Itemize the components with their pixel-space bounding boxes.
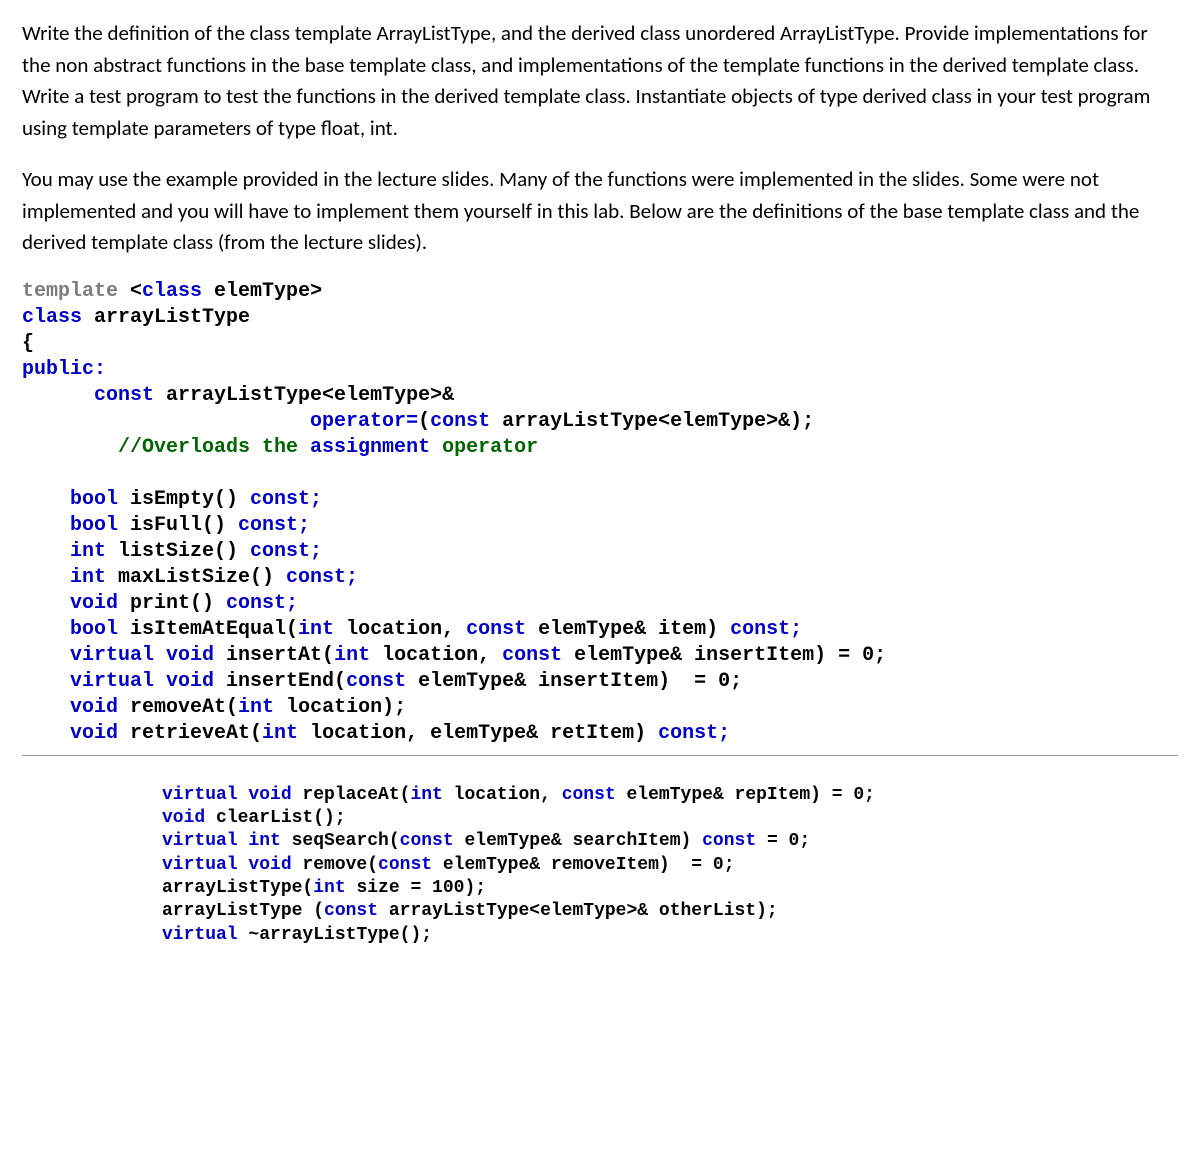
code-token: int	[22, 566, 106, 589]
code-token: const;	[730, 618, 802, 641]
code-token: const	[702, 831, 756, 851]
code-token: location,	[443, 785, 562, 805]
code-token: int	[298, 618, 334, 641]
code-token: public:	[22, 358, 106, 381]
code-token: elemType& removeItem) = 0;	[432, 855, 734, 875]
code-token: assignment	[310, 436, 430, 459]
code-token: elemType& searchItem)	[454, 831, 702, 851]
code-token: bool	[22, 618, 118, 641]
code-token: void	[162, 808, 205, 828]
code-token: const;	[226, 592, 298, 615]
code-token: void	[22, 696, 118, 719]
code-token: seqSearch(	[281, 831, 400, 851]
code-token: listSize()	[106, 540, 250, 563]
code-token: arrayListType<elemType>&);	[490, 410, 814, 433]
code-token: virtual void	[22, 644, 214, 667]
code-token: isFull()	[118, 514, 238, 537]
code-token: elemType>	[202, 280, 322, 303]
horizontal-divider	[22, 755, 1178, 756]
code-token: arrayListType	[82, 306, 250, 329]
code-token: int	[334, 644, 370, 667]
code-token: void	[22, 722, 118, 745]
code-token: remove(	[292, 855, 378, 875]
code-token: location,	[334, 618, 466, 641]
code-token: arrayListType (	[162, 901, 324, 921]
code-token: const	[466, 618, 526, 641]
code-token: const;	[286, 566, 358, 589]
code-token: elemType& insertItem) = 0;	[562, 644, 886, 667]
code-token: const	[502, 644, 562, 667]
code-token: const	[562, 785, 616, 805]
code-token: clearList();	[205, 808, 345, 828]
code-token: retrieveAt(	[118, 722, 262, 745]
code-token: const;	[250, 540, 322, 563]
code-token: maxListSize()	[106, 566, 286, 589]
code-token: removeAt(	[118, 696, 238, 719]
code-token: (	[418, 410, 430, 433]
code-token: location,	[370, 644, 502, 667]
code-token: const;	[250, 488, 322, 511]
code-token: bool	[22, 488, 118, 511]
code-token: location, elemType& retItem)	[298, 722, 658, 745]
code-token: template	[22, 280, 118, 303]
code-token: replaceAt(	[292, 785, 411, 805]
code-token: class	[142, 280, 202, 303]
code-token: virtual void	[162, 855, 292, 875]
code-token: arrayListType<elemType>&	[154, 384, 454, 407]
code-token: ~arrayListType();	[238, 925, 432, 945]
code-token: location);	[274, 696, 406, 719]
code-token: elemType& repItem) = 0;	[616, 785, 875, 805]
code-token: bool	[22, 514, 118, 537]
code-token: int	[313, 878, 345, 898]
code-token: operator=	[310, 410, 418, 433]
prompt-paragraph-1: Write the definition of the class templa…	[22, 18, 1178, 144]
code-token: operator	[430, 436, 538, 459]
code-token: const;	[238, 514, 310, 537]
code-token: const	[324, 901, 378, 921]
code-token: virtual	[162, 925, 238, 945]
code-token: arrayListType<elemType>& otherList);	[378, 901, 778, 921]
code-token: elemType& insertItem) = 0;	[406, 670, 742, 693]
code-token: //Overloads the	[118, 436, 310, 459]
code-token: const	[430, 410, 490, 433]
code-token: isEmpty()	[118, 488, 250, 511]
code-block-1: template <class elemType> class arrayLis…	[22, 279, 1178, 747]
code-token: int	[238, 696, 274, 719]
code-token: int	[22, 540, 106, 563]
code-token: elemType& item)	[526, 618, 730, 641]
code-token: const	[346, 670, 406, 693]
code-token	[22, 410, 310, 433]
code-token: isItemAtEqual(	[118, 618, 298, 641]
code-token: int	[262, 722, 298, 745]
code-token: const;	[658, 722, 730, 745]
code-token: void	[22, 592, 118, 615]
code-token: arrayListType(	[162, 878, 313, 898]
code-token: print()	[118, 592, 226, 615]
prompt-paragraph-2: You may use the example provided in the …	[22, 164, 1178, 259]
code-token: const	[400, 831, 454, 851]
code-token: <	[118, 280, 142, 303]
code-token: insertAt(	[214, 644, 334, 667]
code-token: const	[378, 855, 432, 875]
code-token: virtual void	[22, 670, 214, 693]
code-token: virtual int	[162, 831, 281, 851]
code-token: size = 100);	[346, 878, 486, 898]
code-token: int	[410, 785, 442, 805]
code-token: class	[22, 306, 82, 329]
code-token: const	[22, 384, 154, 407]
code-token: = 0;	[756, 831, 810, 851]
code-token: virtual void	[162, 785, 292, 805]
code-token: insertEnd(	[214, 670, 346, 693]
code-token	[22, 436, 118, 459]
code-token: {	[22, 332, 34, 355]
code-block-2: virtual void replaceAt(int location, con…	[22, 784, 1178, 948]
